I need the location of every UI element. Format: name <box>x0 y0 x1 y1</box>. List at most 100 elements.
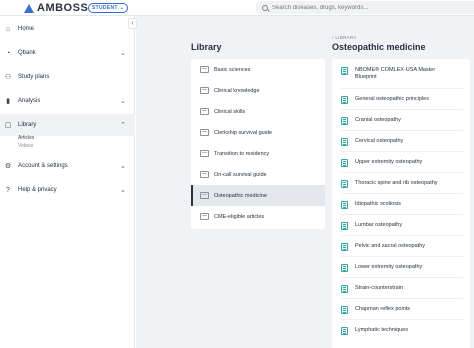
student-badge[interactable]: STUDENT ⌄ <box>88 3 129 13</box>
article-item-label: Idiopathic scoliosis <box>355 201 401 207</box>
student-badge-label: STUDENT <box>92 4 118 11</box>
article-icon <box>341 67 348 75</box>
sidebar-subitem-articles[interactable]: Articles <box>18 135 34 141</box>
divider <box>341 298 463 299</box>
article-item[interactable]: Thoracic spine and rib osteopathy <box>332 180 470 188</box>
library-title: Library <box>191 42 222 52</box>
library-item-osteopathic-medicine[interactable]: Osteopathic medicine <box>191 185 325 206</box>
chevron-down-icon: ⌄ <box>120 187 126 194</box>
folder-icon <box>200 66 209 73</box>
article-item-label: Lumbar osteopathy <box>355 222 403 228</box>
article-icon <box>341 96 348 104</box>
sidebar-item-home[interactable]: ⌂ Home <box>0 18 135 40</box>
library-item-label: Basic sciences <box>214 66 251 73</box>
library-item-clerkship-survival-guide[interactable]: Clerkship survival guide <box>191 122 325 143</box>
library-item-label: Clinical knowledge <box>214 87 260 94</box>
library-item-on-call-survival-guide[interactable]: On-call survival guide <box>191 164 325 185</box>
amboss-logo[interactable]: AMBOSS <box>24 2 88 14</box>
search-input[interactable] <box>272 4 462 11</box>
library-item-basic-sciences[interactable]: Basic sciences <box>191 59 325 80</box>
article-icon <box>341 138 348 146</box>
folder-icon <box>200 171 209 178</box>
sidebar-collapse-button[interactable]: ‹ <box>128 18 137 29</box>
chevron-down-icon: ⌄ <box>119 4 125 11</box>
sidebar-item-analysis[interactable]: ▮ Analysis ⌄ <box>0 90 135 112</box>
chevron-up-icon: ⌃ <box>120 122 126 129</box>
article-icon <box>341 243 348 251</box>
folder-icon <box>200 108 209 115</box>
article-item[interactable]: Cranial osteopathy <box>332 117 470 125</box>
library-item-label: Osteopathic medicine <box>214 192 267 199</box>
article-item-label: Lymphatic techniques <box>355 327 408 333</box>
analysis-icon: ▮ <box>6 98 10 105</box>
divider <box>341 214 463 215</box>
chevron-down-icon: ⌄ <box>120 98 126 105</box>
library-item-clinical-knowledge[interactable]: Clinical knowledge <box>191 80 325 101</box>
breadcrumb[interactable]: ‹ LIBRARY <box>332 35 357 40</box>
search-icon <box>262 4 268 11</box>
gear-icon: ⚙ <box>4 163 12 170</box>
divider <box>341 109 463 110</box>
article-item[interactable]: Idiopathic scoliosis <box>332 201 470 209</box>
chevron-down-icon: ⌄ <box>120 163 126 170</box>
sidebar-item-label: Account & settings <box>18 163 68 169</box>
divider <box>341 277 463 278</box>
article-item-label: Upper extremity osteopathy <box>355 159 423 165</box>
sidebar-item-qbank[interactable]: ◔ Qbank ⌄ <box>0 42 135 64</box>
article-icon <box>341 117 348 125</box>
article-icon <box>341 201 348 209</box>
main-content: Library ‹ LIBRARY Osteopathic medicine B… <box>136 16 474 348</box>
article-item[interactable]: NBOME® COMLEX-USA Master Blueprint <box>332 67 470 81</box>
article-item-label: Thoracic spine and rib osteopathy <box>355 180 438 186</box>
sidebar-item-label: Help & privacy <box>18 187 57 193</box>
library-item-label: Transition to residency <box>214 150 270 157</box>
divider <box>341 235 463 236</box>
help-icon: ? <box>6 186 10 194</box>
article-item[interactable]: Chapman reflex points <box>332 306 470 314</box>
page-title: Osteopathic medicine <box>332 42 426 52</box>
library-icon: ▢ <box>4 122 12 129</box>
library-item-label: On-call survival guide <box>214 171 267 178</box>
folder-icon <box>200 192 209 199</box>
article-item[interactable]: Upper extremity osteopathy <box>332 159 470 167</box>
article-item[interactable]: General osteopathic principles <box>332 96 470 104</box>
sidebar-item-help-privacy[interactable]: ? Help & privacy ⌄ <box>0 179 135 201</box>
sidebar-item-library[interactable]: ▢ Library ⌃ <box>0 114 135 136</box>
article-item[interactable]: Strain-counterstrain <box>332 285 470 293</box>
library-category-list: Basic sciences Clinical knowledge Clinic… <box>191 59 325 229</box>
sidebar-subitem-videos[interactable]: Videos <box>18 143 33 149</box>
sidebar: ⌂ Home ◔ Qbank ⌄ ⚇ Study plans ▮ Analysi… <box>0 16 135 348</box>
article-item[interactable]: Lumbar osteopathy <box>332 222 470 230</box>
article-item[interactable]: Lower extremity osteopathy <box>332 264 470 272</box>
sidebar-item-study-plans[interactable]: ⚇ Study plans <box>0 66 135 88</box>
article-item-label: Lower extremity osteopathy <box>355 264 423 270</box>
article-item[interactable]: Pelvic and sacral osteopathy <box>332 243 470 251</box>
study-plans-icon: ⚇ <box>4 74 12 81</box>
article-item-label: Cranial osteopathy <box>355 117 401 123</box>
sidebar-item-account-settings[interactable]: ⚙ Account & settings ⌄ <box>0 155 135 177</box>
folder-icon <box>200 129 209 136</box>
library-item-clinical-skills[interactable]: Clinical skills <box>191 101 325 122</box>
library-item-cme-eligible-articles[interactable]: CME-eligible articles <box>191 206 325 227</box>
sidebar-item-label: Analysis <box>18 98 41 104</box>
brand-name: AMBOSS <box>37 2 89 14</box>
folder-icon <box>200 87 209 94</box>
folder-icon <box>200 213 209 220</box>
amboss-logo-icon <box>24 3 34 13</box>
divider <box>341 256 463 257</box>
article-icon <box>341 306 348 314</box>
chevron-down-icon: ⌄ <box>120 50 126 57</box>
library-item-transition-to-residency[interactable]: Transition to residency <box>191 143 325 164</box>
article-icon <box>341 327 348 335</box>
article-icon <box>341 180 348 188</box>
article-item-label: Pelvic and sacral osteopathy <box>355 243 426 249</box>
article-item-label: Chapman reflex points <box>355 306 411 312</box>
sidebar-item-label: Qbank <box>18 50 36 56</box>
article-item[interactable]: Lymphatic techniques <box>332 327 470 335</box>
search-bar[interactable] <box>256 1 474 14</box>
divider <box>341 151 463 152</box>
article-item-label: Strain-counterstrain <box>355 285 403 291</box>
article-item[interactable]: Cervical osteopathy <box>332 138 470 146</box>
article-icon <box>341 285 348 293</box>
divider <box>341 193 463 194</box>
